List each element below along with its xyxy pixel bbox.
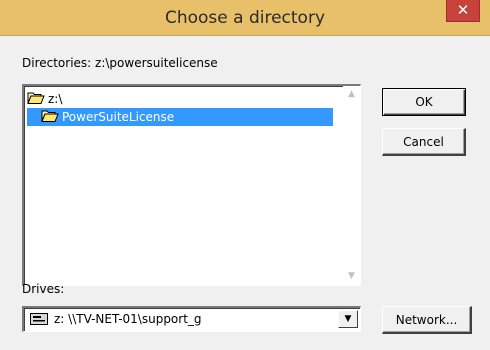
chevron-down-icon[interactable]: ▼: [338, 310, 358, 328]
close-button[interactable]: ✕: [446, 0, 480, 22]
network-drive-icon: [30, 313, 48, 325]
directory-item-root[interactable]: z:\: [27, 90, 66, 108]
directory-list[interactable]: z:\ PowerSuiteLicense ▲ ▼: [22, 84, 361, 286]
directory-item-label: z:\: [48, 92, 63, 106]
window-title: Choose a directory: [164, 8, 326, 28]
scroll-down-arrow-icon[interactable]: ▼: [343, 268, 360, 285]
directories-label: Directories: z:\powersuitelicense: [22, 56, 218, 70]
selected-drive-value: z: \\TV-NET-01\support_g: [54, 312, 202, 326]
network-button[interactable]: Network...: [382, 306, 472, 334]
drives-label: Drives:: [22, 282, 65, 296]
directory-item-label: PowerSuiteLicense: [62, 110, 175, 124]
cancel-button[interactable]: Cancel: [382, 128, 466, 156]
drives-dropdown[interactable]: z: \\TV-NET-01\support_g ▼: [22, 306, 361, 332]
open-folder-icon: [41, 110, 59, 122]
title-bar[interactable]: Choose a directory ✕: [0, 0, 490, 36]
dialog-body: Directories: z:\powersuitelicense z:\ Po…: [0, 36, 490, 350]
open-folder-icon: [27, 92, 45, 104]
vertical-scrollbar[interactable]: ▲ ▼: [343, 86, 360, 285]
choose-directory-dialog: Choose a directory ✕ Directories: z:\pow…: [0, 0, 490, 350]
directory-item-selected[interactable]: PowerSuiteLicense: [27, 108, 333, 126]
scroll-up-arrow-icon[interactable]: ▲: [343, 86, 360, 103]
ok-button[interactable]: OK: [382, 88, 466, 116]
